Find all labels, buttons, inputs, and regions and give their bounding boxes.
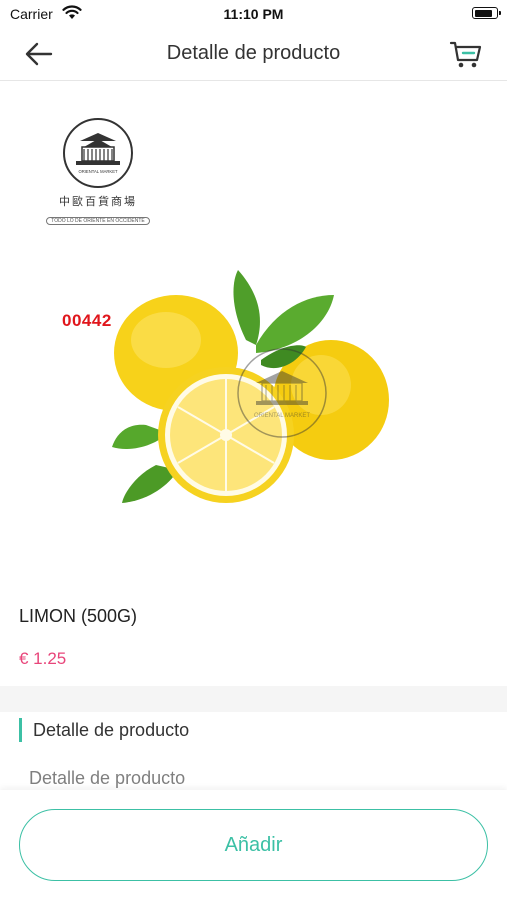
status-bar: Carrier 11:10 PM xyxy=(0,0,507,28)
status-time: 11:10 PM xyxy=(223,6,284,22)
store-emblem-icon: ORIENTAL MARKET xyxy=(63,118,133,188)
product-price: € 1.25 xyxy=(19,649,67,668)
nav-bar: Detalle de producto xyxy=(0,28,507,81)
detail-section-title: Detalle de producto xyxy=(33,719,190,740)
page-title: Detalle de producto xyxy=(166,42,341,64)
lemon-photo: ORIENTAL MARKET xyxy=(112,270,389,503)
emblem-text: ORIENTAL MARKET xyxy=(78,169,118,174)
store-chinese-name: 中歐百貨商場 xyxy=(59,195,137,208)
watermark-text: ORIENTAL MARKET xyxy=(254,413,310,419)
cart-icon[interactable] xyxy=(449,38,483,70)
store-logo: ORIENTAL MARKET 中歐百貨商場 TODO LO DE ORIENT… xyxy=(44,117,152,227)
section-divider xyxy=(0,686,507,712)
detail-section-header: Detalle de producto xyxy=(19,717,189,743)
add-to-cart-button[interactable]: Añadir xyxy=(19,809,488,881)
battery-level xyxy=(474,9,492,17)
store-tagline: TODO LO DE ORIENTE EN OCCIDENTE xyxy=(46,217,150,225)
section-accent-bar xyxy=(19,718,22,742)
product-sku: 00442 xyxy=(62,311,112,330)
product-name: LIMON (500G) xyxy=(19,606,138,626)
detail-section-body: Detalle de producto xyxy=(29,768,186,788)
product-image-area: ORIENTAL MARKET 中歐百貨商場 TODO LO DE ORIENT… xyxy=(0,81,507,586)
battery-icon xyxy=(472,7,501,19)
bottom-action-bar: Añadir xyxy=(0,790,507,900)
